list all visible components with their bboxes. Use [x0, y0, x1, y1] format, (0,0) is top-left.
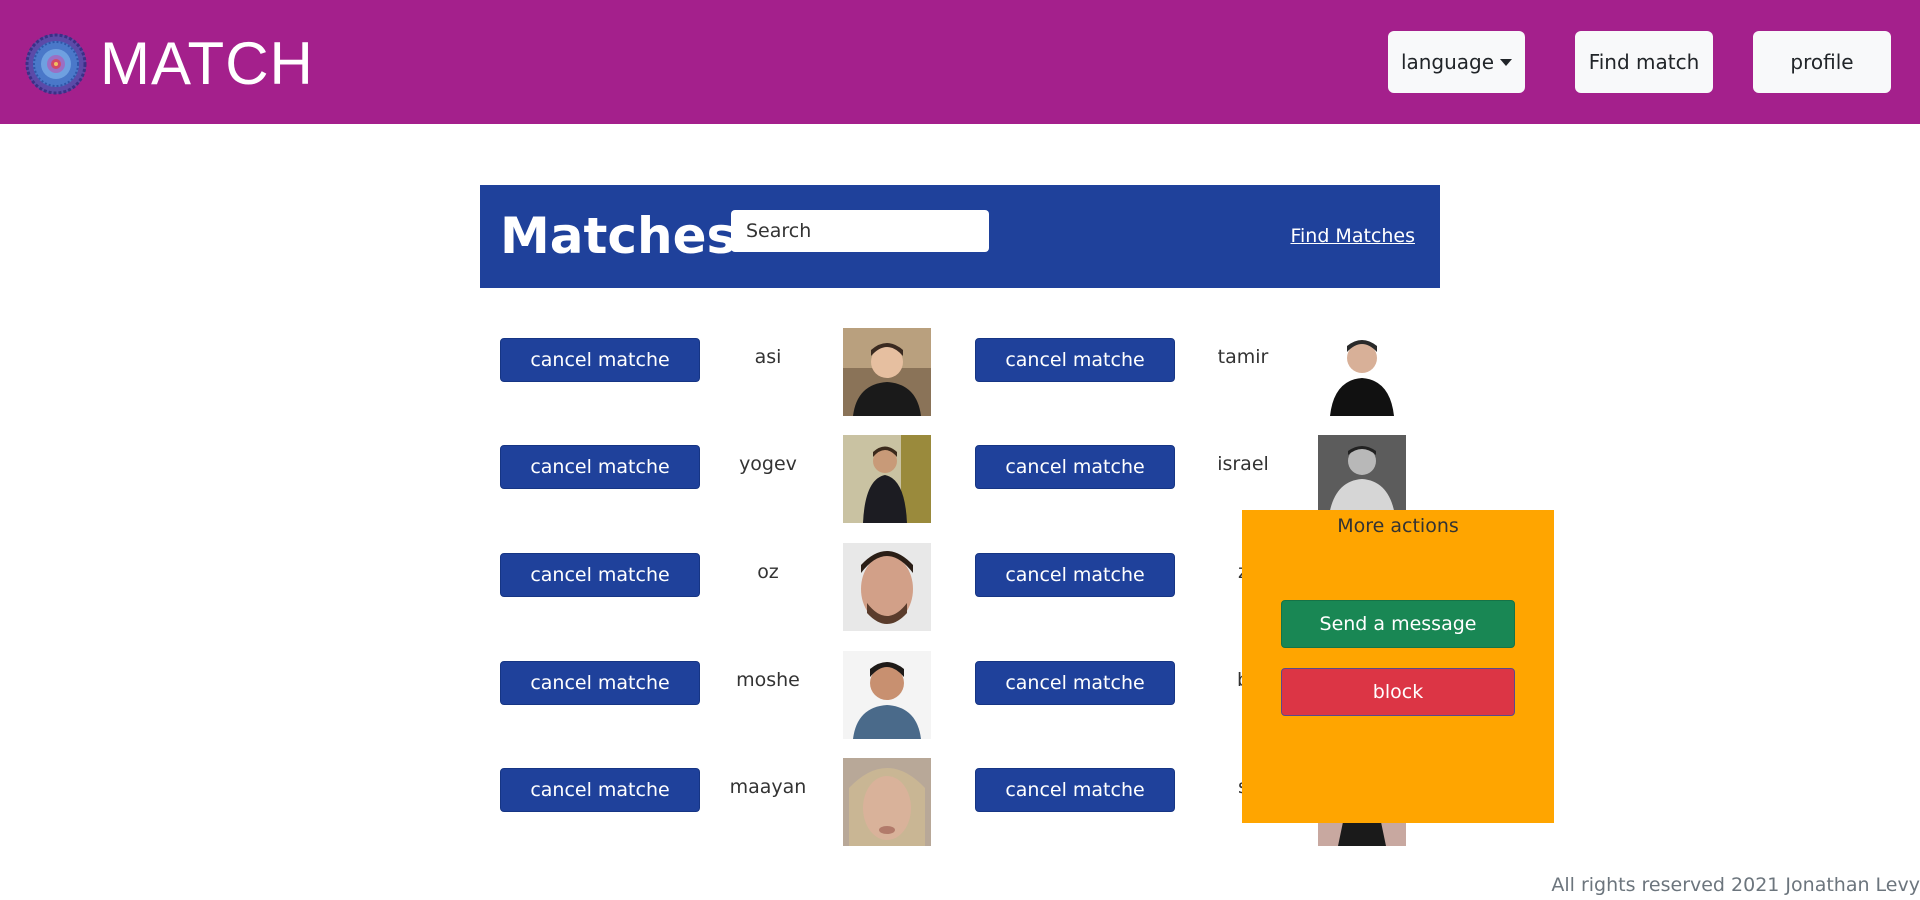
match-name: tamir — [1217, 346, 1269, 368]
match-name: yogev — [739, 453, 797, 475]
matches-header: Matches Find Matches — [480, 185, 1440, 288]
avatar[interactable] — [843, 435, 931, 523]
popup-title: More actions — [1337, 515, 1459, 537]
cancel-match-button[interactable]: cancel matche — [500, 553, 700, 597]
cancel-match-button[interactable]: cancel matche — [975, 661, 1175, 705]
language-dropdown-button[interactable]: language — [1388, 31, 1525, 93]
avatar[interactable] — [843, 758, 931, 846]
person-photo-icon — [843, 328, 931, 416]
search-input[interactable] — [731, 210, 989, 252]
avatar[interactable] — [843, 543, 931, 631]
cancel-match-button[interactable]: cancel matche — [500, 338, 700, 382]
more-actions-popup: More actions Send a message block — [1242, 510, 1554, 823]
mandala-logo-icon — [25, 33, 87, 95]
person-photo-icon — [843, 543, 931, 631]
match-item: cancel matche yogev — [480, 435, 931, 523]
match-name: moshe — [736, 669, 800, 691]
language-label: language — [1400, 50, 1495, 74]
person-photo-icon — [843, 651, 931, 739]
cancel-match-button[interactable]: cancel matche — [500, 661, 700, 705]
cancel-match-button[interactable]: cancel matche — [975, 768, 1175, 812]
cancel-match-button[interactable]: cancel matche — [500, 445, 700, 489]
cancel-match-button[interactable]: cancel matche — [975, 553, 1175, 597]
match-item: cancel matche maayan — [480, 758, 931, 846]
brand-title[interactable]: MATCH — [100, 26, 314, 102]
cancel-match-button[interactable]: cancel matche — [975, 445, 1175, 489]
navbar: MATCH language Find match profile — [0, 0, 1920, 124]
match-item: cancel matche moshe — [480, 651, 931, 739]
match-name: maayan — [729, 776, 807, 798]
match-name: asi — [754, 346, 782, 368]
send-message-button[interactable]: Send a message — [1281, 600, 1515, 648]
find-matches-link[interactable]: Find Matches — [1290, 225, 1415, 247]
caret-down-icon — [1500, 58, 1513, 66]
person-photo-icon — [1318, 328, 1406, 416]
match-item: cancel matche oz — [480, 543, 931, 631]
person-photo-icon — [843, 758, 931, 846]
match-name: oz — [757, 561, 779, 583]
avatar[interactable] — [1318, 328, 1406, 416]
match-item: cancel matche tamir — [955, 328, 1406, 416]
block-button[interactable]: block — [1281, 668, 1515, 716]
profile-button[interactable]: profile — [1753, 31, 1891, 93]
match-name: israel — [1217, 453, 1269, 475]
footer-copyright: All rights reserved 2021 Jonathan Levy — [1551, 874, 1920, 896]
person-photo-icon — [843, 435, 931, 523]
cancel-match-button[interactable]: cancel matche — [975, 338, 1175, 382]
match-item: cancel matche asi — [480, 328, 931, 416]
find-match-button[interactable]: Find match — [1575, 31, 1713, 93]
cancel-match-button[interactable]: cancel matche — [500, 768, 700, 812]
avatar[interactable] — [843, 651, 931, 739]
page-title: Matches — [500, 207, 737, 265]
avatar[interactable] — [843, 328, 931, 416]
